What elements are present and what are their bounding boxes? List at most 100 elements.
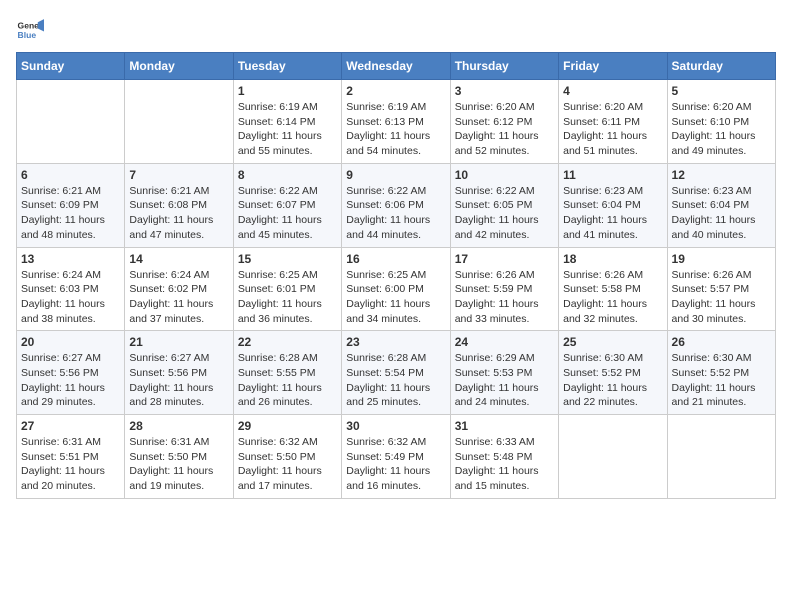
cell-line: Daylight: 11 hours bbox=[346, 464, 445, 479]
cell-line: Sunrise: 6:20 AM bbox=[455, 100, 554, 115]
cell-line: Daylight: 11 hours bbox=[238, 297, 337, 312]
day-number: 27 bbox=[21, 419, 120, 433]
calendar-cell: 15Sunrise: 6:25 AMSunset: 6:01 PMDayligh… bbox=[233, 247, 341, 331]
cell-line: and 17 minutes. bbox=[238, 479, 337, 494]
day-header-friday: Friday bbox=[559, 53, 667, 80]
cell-line: and 15 minutes. bbox=[455, 479, 554, 494]
cell-line: Sunset: 6:08 PM bbox=[129, 198, 228, 213]
cell-line: and 29 minutes. bbox=[21, 395, 120, 410]
cell-line: Daylight: 11 hours bbox=[346, 213, 445, 228]
day-header-wednesday: Wednesday bbox=[342, 53, 450, 80]
cell-line: Sunrise: 6:19 AM bbox=[238, 100, 337, 115]
calendar-cell: 25Sunrise: 6:30 AMSunset: 5:52 PMDayligh… bbox=[559, 331, 667, 415]
day-number: 26 bbox=[672, 335, 771, 349]
day-number: 20 bbox=[21, 335, 120, 349]
cell-line: and 25 minutes. bbox=[346, 395, 445, 410]
cell-line: Daylight: 11 hours bbox=[563, 297, 662, 312]
calendar-cell bbox=[17, 80, 125, 164]
cell-line: and 49 minutes. bbox=[672, 144, 771, 159]
day-number: 8 bbox=[238, 168, 337, 182]
cell-line: and 38 minutes. bbox=[21, 312, 120, 327]
cell-line: Sunrise: 6:31 AM bbox=[21, 435, 120, 450]
cell-line: Daylight: 11 hours bbox=[672, 381, 771, 396]
day-number: 29 bbox=[238, 419, 337, 433]
day-number: 18 bbox=[563, 252, 662, 266]
cell-line: Sunset: 6:10 PM bbox=[672, 115, 771, 130]
calendar-cell: 26Sunrise: 6:30 AMSunset: 5:52 PMDayligh… bbox=[667, 331, 775, 415]
day-number: 2 bbox=[346, 84, 445, 98]
cell-line: Sunrise: 6:22 AM bbox=[238, 184, 337, 199]
calendar-cell: 8Sunrise: 6:22 AMSunset: 6:07 PMDaylight… bbox=[233, 163, 341, 247]
cell-line: Daylight: 11 hours bbox=[672, 213, 771, 228]
calendar-header-row: SundayMondayTuesdayWednesdayThursdayFrid… bbox=[17, 53, 776, 80]
cell-line: and 40 minutes. bbox=[672, 228, 771, 243]
cell-line: Sunrise: 6:25 AM bbox=[346, 268, 445, 283]
cell-line: Daylight: 11 hours bbox=[238, 464, 337, 479]
cell-line: and 32 minutes. bbox=[563, 312, 662, 327]
cell-line: Daylight: 11 hours bbox=[238, 213, 337, 228]
cell-line: and 42 minutes. bbox=[455, 228, 554, 243]
calendar-cell: 17Sunrise: 6:26 AMSunset: 5:59 PMDayligh… bbox=[450, 247, 558, 331]
cell-line: Daylight: 11 hours bbox=[21, 464, 120, 479]
cell-line: Daylight: 11 hours bbox=[563, 381, 662, 396]
cell-line: and 44 minutes. bbox=[346, 228, 445, 243]
cell-line: Sunset: 6:06 PM bbox=[346, 198, 445, 213]
day-number: 23 bbox=[346, 335, 445, 349]
cell-line: Sunrise: 6:20 AM bbox=[563, 100, 662, 115]
cell-line: Daylight: 11 hours bbox=[672, 297, 771, 312]
day-number: 5 bbox=[672, 84, 771, 98]
day-number: 16 bbox=[346, 252, 445, 266]
day-number: 11 bbox=[563, 168, 662, 182]
day-number: 19 bbox=[672, 252, 771, 266]
cell-line: Sunrise: 6:31 AM bbox=[129, 435, 228, 450]
calendar-cell: 29Sunrise: 6:32 AMSunset: 5:50 PMDayligh… bbox=[233, 415, 341, 499]
calendar-cell: 24Sunrise: 6:29 AMSunset: 5:53 PMDayligh… bbox=[450, 331, 558, 415]
calendar-cell: 4Sunrise: 6:20 AMSunset: 6:11 PMDaylight… bbox=[559, 80, 667, 164]
cell-line: and 47 minutes. bbox=[129, 228, 228, 243]
cell-line: and 26 minutes. bbox=[238, 395, 337, 410]
cell-line: Sunset: 5:50 PM bbox=[129, 450, 228, 465]
cell-line: Sunset: 6:02 PM bbox=[129, 282, 228, 297]
cell-line: Sunset: 5:55 PM bbox=[238, 366, 337, 381]
cell-line: Daylight: 11 hours bbox=[455, 213, 554, 228]
calendar-body: 1Sunrise: 6:19 AMSunset: 6:14 PMDaylight… bbox=[17, 80, 776, 499]
day-header-monday: Monday bbox=[125, 53, 233, 80]
day-number: 14 bbox=[129, 252, 228, 266]
calendar-cell: 21Sunrise: 6:27 AMSunset: 5:56 PMDayligh… bbox=[125, 331, 233, 415]
cell-line: and 36 minutes. bbox=[238, 312, 337, 327]
cell-line: Sunset: 5:56 PM bbox=[129, 366, 228, 381]
day-number: 9 bbox=[346, 168, 445, 182]
day-number: 31 bbox=[455, 419, 554, 433]
calendar-table: SundayMondayTuesdayWednesdayThursdayFrid… bbox=[16, 52, 776, 499]
day-number: 4 bbox=[563, 84, 662, 98]
cell-line: Sunrise: 6:32 AM bbox=[346, 435, 445, 450]
cell-line: Sunrise: 6:27 AM bbox=[129, 351, 228, 366]
cell-line: Sunset: 5:52 PM bbox=[563, 366, 662, 381]
calendar-cell: 23Sunrise: 6:28 AMSunset: 5:54 PMDayligh… bbox=[342, 331, 450, 415]
day-number: 3 bbox=[455, 84, 554, 98]
cell-line: Sunset: 5:54 PM bbox=[346, 366, 445, 381]
calendar-cell bbox=[667, 415, 775, 499]
calendar-week-row: 13Sunrise: 6:24 AMSunset: 6:03 PMDayligh… bbox=[17, 247, 776, 331]
cell-line: Sunrise: 6:24 AM bbox=[21, 268, 120, 283]
cell-line: Sunset: 5:48 PM bbox=[455, 450, 554, 465]
cell-line: and 37 minutes. bbox=[129, 312, 228, 327]
cell-line: and 19 minutes. bbox=[129, 479, 228, 494]
cell-line: Sunrise: 6:27 AM bbox=[21, 351, 120, 366]
cell-line: Sunset: 6:09 PM bbox=[21, 198, 120, 213]
cell-line: and 48 minutes. bbox=[21, 228, 120, 243]
cell-line: Daylight: 11 hours bbox=[238, 129, 337, 144]
calendar-cell: 1Sunrise: 6:19 AMSunset: 6:14 PMDaylight… bbox=[233, 80, 341, 164]
day-number: 7 bbox=[129, 168, 228, 182]
cell-line: Sunset: 5:59 PM bbox=[455, 282, 554, 297]
cell-line: Daylight: 11 hours bbox=[129, 464, 228, 479]
calendar-cell: 20Sunrise: 6:27 AMSunset: 5:56 PMDayligh… bbox=[17, 331, 125, 415]
day-number: 30 bbox=[346, 419, 445, 433]
cell-line: Daylight: 11 hours bbox=[238, 381, 337, 396]
day-number: 13 bbox=[21, 252, 120, 266]
cell-line: Daylight: 11 hours bbox=[21, 381, 120, 396]
cell-line: Daylight: 11 hours bbox=[346, 129, 445, 144]
cell-line: Sunrise: 6:26 AM bbox=[563, 268, 662, 283]
day-number: 10 bbox=[455, 168, 554, 182]
day-number: 28 bbox=[129, 419, 228, 433]
